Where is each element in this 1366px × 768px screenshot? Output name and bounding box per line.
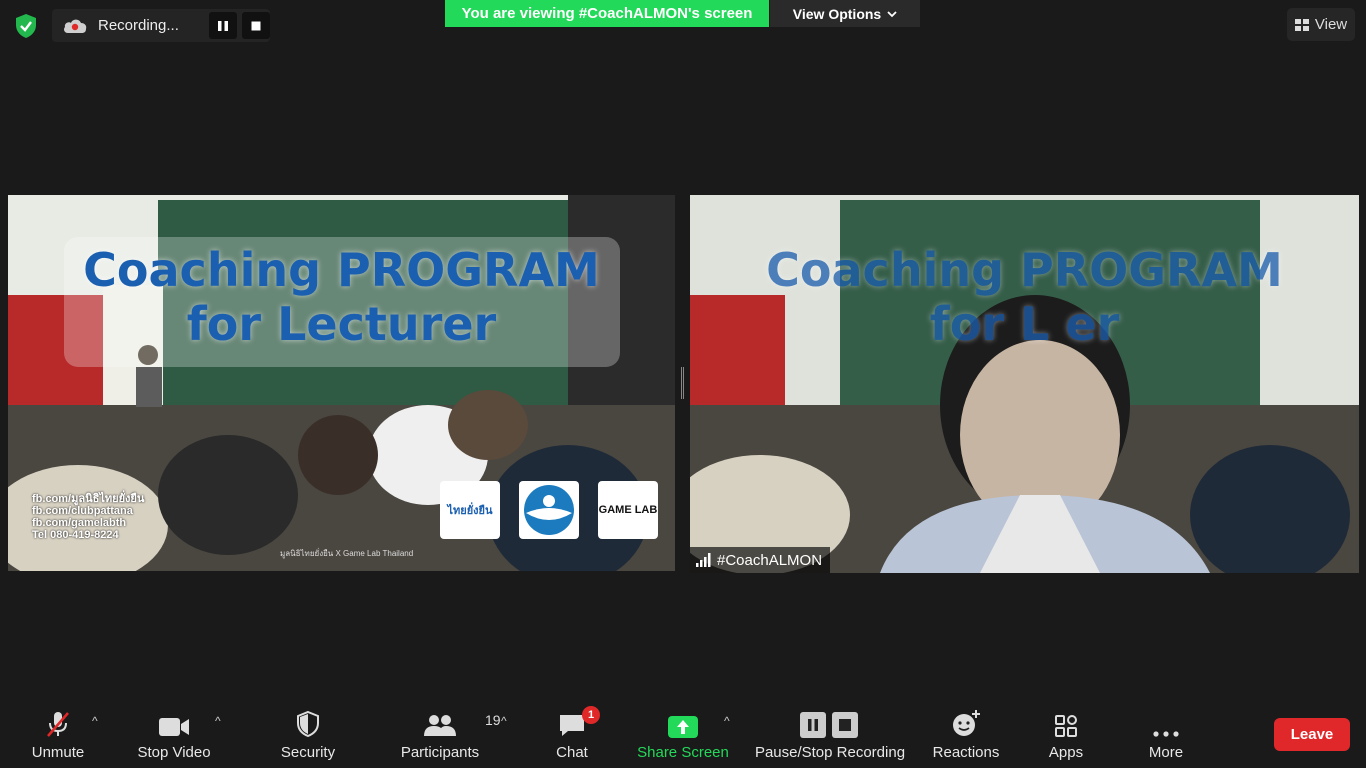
- view-options-label: View Options: [792, 5, 882, 22]
- chevron-down-icon: [887, 10, 897, 17]
- chat-unread-badge: 1: [582, 706, 600, 724]
- share-screen-label: Share Screen: [637, 744, 729, 761]
- slide-credit: มูลนิธิไทยยั่งยืน X Game Lab Thailand: [280, 549, 414, 558]
- contact-line: fb.com/clubpattana: [32, 505, 133, 517]
- chat-bubble-icon: 1: [558, 700, 600, 744]
- chat-label: Chat: [556, 744, 588, 761]
- pause-stop-recording-label: Pause/Stop Recording: [754, 744, 906, 761]
- unmute-label: Unmute: [31, 744, 85, 761]
- thaiyangyuen-logo: ไทยยั่งยืน: [440, 481, 500, 539]
- stop-recording-button[interactable]: [242, 12, 270, 39]
- participants-label: Participants: [400, 744, 480, 761]
- stop-icon: [251, 21, 261, 30]
- more-button[interactable]: More: [1140, 700, 1192, 768]
- share-screen-icon: [668, 700, 698, 744]
- contact-line: fb.com/gamelabth: [32, 517, 127, 529]
- participants-options-caret-icon[interactable]: ^: [501, 714, 507, 728]
- view-layout-button[interactable]: View: [1287, 8, 1355, 41]
- recording-label: Recording...: [98, 17, 179, 34]
- pause-stop-icons: [800, 700, 860, 744]
- participant-name: #CoachALMON: [717, 551, 823, 569]
- slide-title-line2: for L er: [929, 297, 1120, 351]
- slide-title-line2: for Lecturer: [186, 297, 497, 351]
- stop-video-label: Stop Video: [137, 744, 211, 761]
- video-camera-icon: [158, 700, 190, 744]
- video-options-caret-icon[interactable]: ^: [215, 714, 221, 728]
- grid-view-icon: [1294, 18, 1309, 31]
- reactions-button[interactable]: Reactions: [930, 700, 1002, 768]
- chat-button[interactable]: 1 Chat: [548, 700, 600, 768]
- more-dots-icon: [1152, 700, 1180, 744]
- share-screen-button[interactable]: Share Screen: [636, 700, 730, 768]
- view-options-button[interactable]: View Options: [770, 0, 920, 27]
- smiley-plus-icon: [951, 700, 981, 744]
- muted-microphone-icon: [45, 700, 71, 744]
- recording-indicator: Recording...: [52, 9, 270, 42]
- more-label: More: [1148, 744, 1184, 761]
- contact-line: fb.com/มูลนิธิไทยยั่งยืน: [32, 493, 145, 505]
- security-shield-icon[interactable]: [12, 12, 40, 40]
- security-button[interactable]: Security: [278, 700, 338, 768]
- unmute-button[interactable]: Unmute: [22, 700, 94, 768]
- stop-video-button[interactable]: Stop Video: [134, 700, 214, 768]
- tile-resize-handle[interactable]: [681, 367, 684, 399]
- pause-recording-button[interactable]: [209, 12, 237, 39]
- signal-strength-icon: [696, 553, 711, 567]
- view-label: View: [1314, 16, 1348, 33]
- pause-stop-recording-button[interactable]: Pause/Stop Recording: [752, 700, 908, 768]
- slide-title-line1: Coaching PROGRAM: [766, 243, 1283, 297]
- contact-line: Tel 080-419-8224: [32, 529, 119, 541]
- meeting-toolbar: Unmute ^ Stop Video ^ Security 19 Partic…: [0, 700, 1366, 768]
- pause-icon: [218, 20, 228, 31]
- apps-icon: [1054, 700, 1078, 744]
- apps-label: Apps: [1048, 744, 1084, 761]
- participants-count: 19: [485, 712, 501, 728]
- participants-button[interactable]: 19 Participants: [398, 700, 501, 768]
- leave-button[interactable]: Leave: [1274, 718, 1350, 751]
- share-options-caret-icon[interactable]: ^: [724, 714, 730, 728]
- reactions-label: Reactions: [932, 744, 1000, 761]
- participants-icon: 19: [423, 700, 501, 744]
- slide-title-line1: Coaching PROGRAM: [83, 243, 600, 297]
- shared-screen-tile: Coaching PROGRAM for Lecturer fb.com/มูล…: [8, 195, 675, 571]
- viewing-screen-banner: You are viewing #CoachALMON's screen: [445, 0, 769, 27]
- shield-icon: [296, 700, 320, 744]
- apps-button[interactable]: Apps: [1042, 700, 1090, 768]
- slide-contacts: fb.com/มูลนิธิไทยยั่งยืน fb.com/clubpatt…: [32, 493, 144, 541]
- participant-name-tag: #CoachALMON: [690, 547, 831, 573]
- audio-options-caret-icon[interactable]: ^: [92, 714, 98, 728]
- participant-video-tile[interactable]: Coaching PROGRAM for L er #CoachALMON: [690, 195, 1359, 573]
- cloud-recording-icon: [62, 16, 88, 36]
- foundation-logo: [519, 481, 579, 539]
- security-label: Security: [280, 744, 336, 761]
- gamelab-logo: GAME LAB: [598, 481, 658, 539]
